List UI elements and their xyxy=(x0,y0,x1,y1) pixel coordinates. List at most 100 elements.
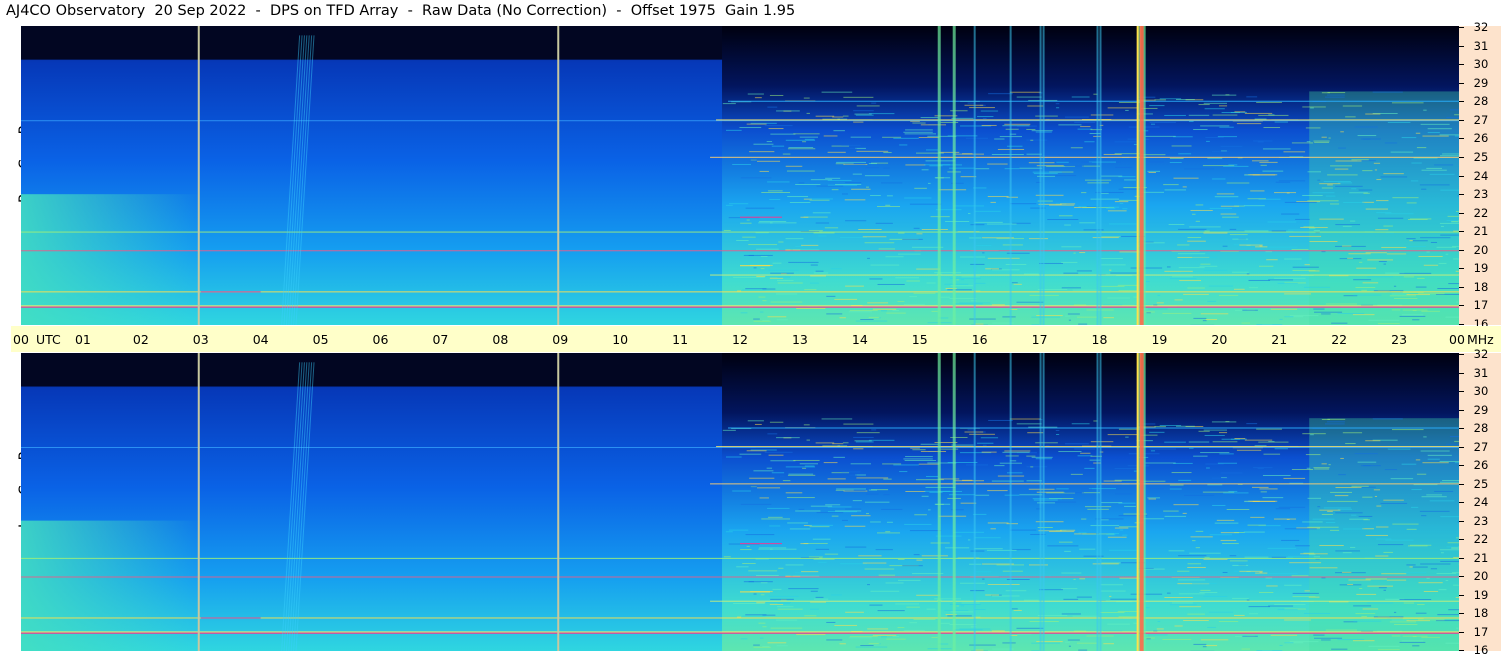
noise-speck xyxy=(1365,534,1388,536)
noise-speck xyxy=(1289,641,1319,643)
noise-speck xyxy=(1031,456,1053,458)
noise-speck xyxy=(1376,505,1382,507)
noise-speck xyxy=(1073,578,1076,580)
noise-speck xyxy=(1006,145,1023,147)
noise-speck xyxy=(970,224,985,226)
noise-speck xyxy=(1353,294,1382,296)
noise-speck xyxy=(926,608,936,610)
noise-speck xyxy=(885,256,904,258)
noise-speck xyxy=(842,115,849,117)
noise-speck xyxy=(1420,123,1450,125)
noise-speck xyxy=(969,644,996,646)
noise-speck xyxy=(870,264,900,266)
noise-speck xyxy=(1101,502,1123,504)
noise-speck xyxy=(970,550,985,552)
noise-speck xyxy=(878,574,896,576)
noise-speck xyxy=(1307,171,1321,173)
noise-speck xyxy=(796,308,826,310)
noise-speck xyxy=(1005,128,1019,130)
noise-speck xyxy=(1291,575,1309,577)
noise-speck xyxy=(1355,286,1376,288)
noise-speck xyxy=(1154,426,1166,428)
noise-speck xyxy=(1073,304,1087,306)
noise-speck xyxy=(1217,462,1237,464)
noise-speck xyxy=(1178,479,1192,481)
noise-speck xyxy=(732,490,751,492)
noise-speck xyxy=(769,525,781,527)
noise-speck xyxy=(841,144,861,146)
noise-speck xyxy=(1147,634,1168,636)
noise-speck xyxy=(1375,229,1389,231)
noise-speck xyxy=(1149,488,1164,490)
noise-speck xyxy=(1065,315,1070,317)
noise-speck xyxy=(793,133,820,135)
noise-speck xyxy=(928,182,931,184)
noise-speck xyxy=(1188,114,1210,116)
noise-speck xyxy=(1260,491,1267,493)
noise-speck xyxy=(1179,606,1202,608)
noise-speck xyxy=(1328,137,1331,139)
noise-speck xyxy=(1009,418,1042,420)
noise-speck xyxy=(1164,189,1187,191)
noise-speck xyxy=(1114,201,1129,203)
noise-speck xyxy=(881,508,903,510)
noise-speck xyxy=(1119,199,1139,201)
noise-speck xyxy=(1178,228,1207,230)
noise-speck xyxy=(1345,443,1356,445)
noise-speck xyxy=(1303,286,1331,288)
noise-speck xyxy=(1249,287,1259,289)
noise-speck xyxy=(787,474,816,476)
noise-speck xyxy=(1244,174,1250,176)
noise-speck xyxy=(1182,186,1187,188)
noise-speck xyxy=(1357,135,1377,137)
noise-speck xyxy=(1284,201,1317,203)
noise-speck xyxy=(753,644,760,646)
noise-speck xyxy=(1404,572,1427,574)
noise-speck xyxy=(748,570,778,572)
noise-speck xyxy=(1439,222,1459,224)
noise-speck xyxy=(777,603,790,605)
noise-speck xyxy=(1367,276,1394,278)
noise-speck xyxy=(1274,518,1297,520)
time-tick-label: 23 xyxy=(1391,332,1408,347)
noise-speck xyxy=(1192,256,1217,258)
noise-speck xyxy=(1124,505,1136,507)
noise-speck xyxy=(856,150,889,152)
noise-speck xyxy=(1157,294,1161,296)
noise-speck xyxy=(839,317,846,319)
noise-speck xyxy=(1241,322,1251,324)
noise-speck xyxy=(1254,118,1267,120)
noise-speck xyxy=(762,300,767,302)
noise-speck xyxy=(1326,94,1345,96)
noise-speck xyxy=(1303,612,1331,614)
noise-speck xyxy=(878,317,881,319)
noise-speck xyxy=(999,577,1030,579)
noise-speck xyxy=(1107,210,1127,212)
noise-speck xyxy=(1065,641,1070,643)
noise-speck xyxy=(1163,510,1179,512)
noise-speck xyxy=(1252,486,1269,488)
noise-speck xyxy=(918,137,940,139)
noise-speck xyxy=(1049,531,1075,533)
noise-speck xyxy=(934,503,951,505)
noise-speck xyxy=(1423,264,1439,266)
noise-speck xyxy=(870,195,881,197)
noise-speck xyxy=(1392,523,1419,525)
noise-speck xyxy=(1176,99,1195,101)
noise-speck xyxy=(1363,192,1370,194)
noise-speck xyxy=(1421,310,1440,312)
noise-speck xyxy=(1291,469,1314,471)
noise-speck xyxy=(1226,508,1250,510)
noise-speck xyxy=(798,508,805,510)
time-tick-label: 00 xyxy=(13,332,29,347)
noise-speck xyxy=(1253,467,1273,469)
noise-speck xyxy=(1130,267,1163,269)
noise-speck xyxy=(1327,500,1358,502)
noise-speck xyxy=(1229,228,1237,230)
noise-speck xyxy=(1327,510,1333,512)
noise-speck xyxy=(1192,540,1196,542)
time-tick-label: 06 xyxy=(372,332,389,347)
noise-speck xyxy=(1252,160,1269,162)
noise-speck xyxy=(1321,577,1326,579)
noise-speck xyxy=(1248,174,1278,176)
